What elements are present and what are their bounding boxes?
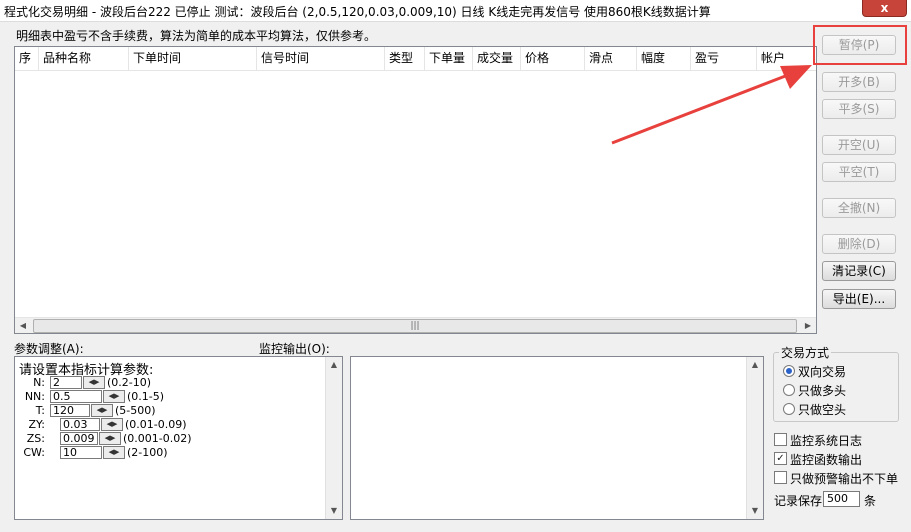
params-vertical-scrollbar[interactable]: ▲ ▼ bbox=[325, 357, 342, 519]
param-name: CW: bbox=[23, 446, 45, 459]
param-name: N: bbox=[33, 376, 45, 389]
monitor-log-label[interactable]: 监控系统日志 bbox=[790, 432, 862, 449]
highlight-box bbox=[813, 25, 907, 65]
scroll-up-icon[interactable]: ▲ bbox=[326, 357, 342, 373]
params-panel: 请设置本指标计算参数: N: 2 ◀▶ (0.2-10) NN: 0.5 ◀▶ … bbox=[14, 356, 343, 520]
col-signal-time[interactable]: 信号时间 bbox=[257, 47, 385, 70]
cancel-all-button[interactable]: 全撤(N) bbox=[822, 198, 896, 218]
close-short-button[interactable]: 平空(T) bbox=[822, 162, 896, 182]
keep-records-label: 记录保存 bbox=[774, 494, 823, 508]
scroll-thumb[interactable]: ||| bbox=[33, 319, 797, 333]
scroll-right-icon[interactable]: ▶ bbox=[800, 318, 816, 334]
monitor-func-checkbox[interactable]: ✓ bbox=[774, 452, 787, 465]
scroll-left-icon[interactable]: ◀ bbox=[15, 318, 31, 334]
col-type[interactable]: 类型 bbox=[385, 47, 425, 70]
col-seq[interactable]: 序 bbox=[15, 47, 39, 70]
trade-mode-label: 交易方式 bbox=[779, 344, 832, 361]
param-input-n[interactable]: 2 bbox=[50, 376, 82, 389]
keep-records-unit: 条 bbox=[864, 494, 877, 508]
delete-button[interactable]: 删除(D) bbox=[822, 234, 896, 254]
spin-arrows-icon[interactable]: ◀▶ bbox=[99, 432, 121, 445]
radio-both-directions[interactable] bbox=[783, 365, 795, 377]
param-input-t[interactable]: 120 bbox=[50, 404, 90, 417]
param-range: (0.2-10) bbox=[107, 376, 152, 389]
scroll-up-icon[interactable]: ▲ bbox=[747, 357, 763, 373]
scroll-down-icon[interactable]: ▼ bbox=[747, 503, 763, 519]
export-button[interactable]: 导出(E)... bbox=[822, 289, 896, 309]
alert-only-checkbox[interactable] bbox=[774, 471, 787, 484]
close-button[interactable]: x bbox=[862, 0, 907, 17]
clear-records-button[interactable]: 清记录(C) bbox=[822, 261, 896, 281]
monitor-label: 监控输出(O): bbox=[259, 342, 330, 356]
param-name: NN: bbox=[24, 390, 45, 403]
scroll-down-icon[interactable]: ▼ bbox=[326, 503, 342, 519]
params-label: 参数调整(A): bbox=[14, 342, 84, 356]
col-fill-qty[interactable]: 成交量 bbox=[473, 47, 521, 70]
param-range: (0.001-0.02) bbox=[123, 432, 192, 445]
open-short-button[interactable]: 开空(U) bbox=[822, 135, 896, 155]
radio-long-only[interactable] bbox=[783, 384, 795, 396]
keep-records-input[interactable]: 500 bbox=[823, 491, 860, 507]
col-price[interactable]: 价格 bbox=[521, 47, 585, 70]
open-long-button[interactable]: 开多(B) bbox=[822, 72, 896, 92]
spin-arrows-icon[interactable]: ◀▶ bbox=[91, 404, 113, 417]
monitor-output-panel[interactable]: ▲ ▼ bbox=[350, 356, 764, 520]
monitor-func-label[interactable]: 监控函数输出 bbox=[790, 451, 862, 468]
col-order-time[interactable]: 下单时间 bbox=[129, 47, 257, 70]
title-bar: 程式化交易明细 - 波段后台222 已停止 测试：波段后台 (2,0.5,120… bbox=[0, 0, 911, 22]
param-range: (2-100) bbox=[127, 446, 168, 459]
monitor-vertical-scrollbar[interactable]: ▲ ▼ bbox=[746, 357, 763, 519]
spin-arrows-icon[interactable]: ◀▶ bbox=[103, 390, 125, 403]
col-order-qty[interactable]: 下单量 bbox=[425, 47, 473, 70]
disclaimer-note: 明细表中盈亏不含手续费，算法为简单的成本平均算法，仅供参考。 bbox=[16, 29, 377, 43]
annotation-arrow-icon bbox=[611, 65, 812, 145]
param-input-cw[interactable]: 10 bbox=[60, 446, 102, 459]
param-range: (5-500) bbox=[115, 404, 156, 417]
spin-arrows-icon[interactable]: ◀▶ bbox=[103, 446, 125, 459]
param-input-zy[interactable]: 0.03 bbox=[60, 418, 100, 431]
close-long-button[interactable]: 平多(S) bbox=[822, 99, 896, 119]
window-title: 程式化交易明细 - 波段后台222 已停止 测试：波段后台 (2,0.5,120… bbox=[4, 5, 711, 19]
param-name: ZY: bbox=[28, 418, 46, 431]
param-range: (0.01-0.09) bbox=[125, 418, 187, 431]
param-name: ZS: bbox=[26, 432, 45, 445]
horizontal-scrollbar[interactable]: ◀ ||| ▶ bbox=[15, 317, 816, 333]
radio-short-only[interactable] bbox=[783, 403, 795, 415]
radio-long-only-label[interactable]: 只做多头 bbox=[798, 382, 846, 399]
alert-only-label[interactable]: 只做预警输出不下单 bbox=[790, 470, 898, 487]
col-instrument[interactable]: 品种名称 bbox=[39, 47, 129, 70]
param-range: (0.1-5) bbox=[127, 390, 165, 403]
radio-both-directions-label[interactable]: 双向交易 bbox=[798, 363, 846, 380]
monitor-log-checkbox[interactable] bbox=[774, 433, 787, 446]
spin-arrows-icon[interactable]: ◀▶ bbox=[101, 418, 123, 431]
param-input-zs[interactable]: 0.009 bbox=[60, 432, 98, 445]
param-input-nn[interactable]: 0.5 bbox=[50, 390, 102, 403]
spin-arrows-icon[interactable]: ◀▶ bbox=[83, 376, 105, 389]
radio-short-only-label[interactable]: 只做空头 bbox=[798, 401, 846, 418]
param-name: T: bbox=[35, 404, 45, 417]
